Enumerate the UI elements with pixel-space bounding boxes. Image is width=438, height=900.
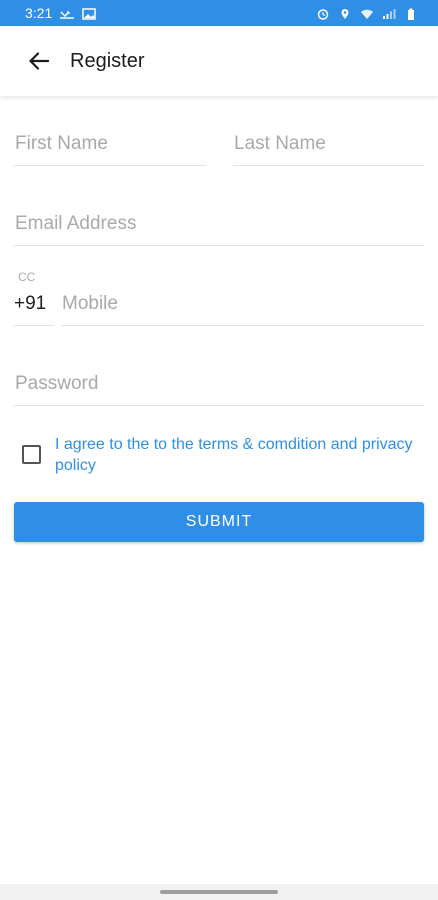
back-button[interactable] [11,33,67,89]
mobile-input[interactable] [61,282,424,325]
app-bar: Register [0,26,438,96]
mobile-field[interactable] [61,282,424,326]
status-left: 3:21 [25,5,96,21]
last-name-field[interactable] [233,122,424,166]
signal-icon [382,7,396,19]
alarm-icon [316,7,330,20]
battery-icon [404,7,418,20]
email-input[interactable] [14,202,424,245]
wifi-icon [360,7,374,19]
password-input[interactable] [14,362,424,405]
country-code-value[interactable]: +91 [14,282,54,326]
home-gesture-handle[interactable] [160,890,278,894]
back-arrow-icon [29,52,49,70]
location-icon [338,7,352,19]
submit-button[interactable]: SUBMIT [14,502,424,542]
missed-call-icon [60,7,75,19]
status-time: 3:21 [25,5,53,21]
email-field[interactable] [14,202,424,246]
status-bar: 3:21 [0,0,438,26]
first-name-field[interactable] [14,122,206,166]
image-icon [82,7,96,20]
terms-link[interactable]: I agree to the to the terms & comdition … [55,434,433,476]
password-field[interactable] [14,362,424,406]
terms-checkbox[interactable] [22,445,41,464]
navigation-bar [0,884,438,900]
status-right [316,7,418,20]
first-name-input[interactable] [14,122,206,165]
country-code-field[interactable]: +91 [14,282,54,326]
page-title: Register [70,49,145,72]
last-name-input[interactable] [233,122,424,165]
